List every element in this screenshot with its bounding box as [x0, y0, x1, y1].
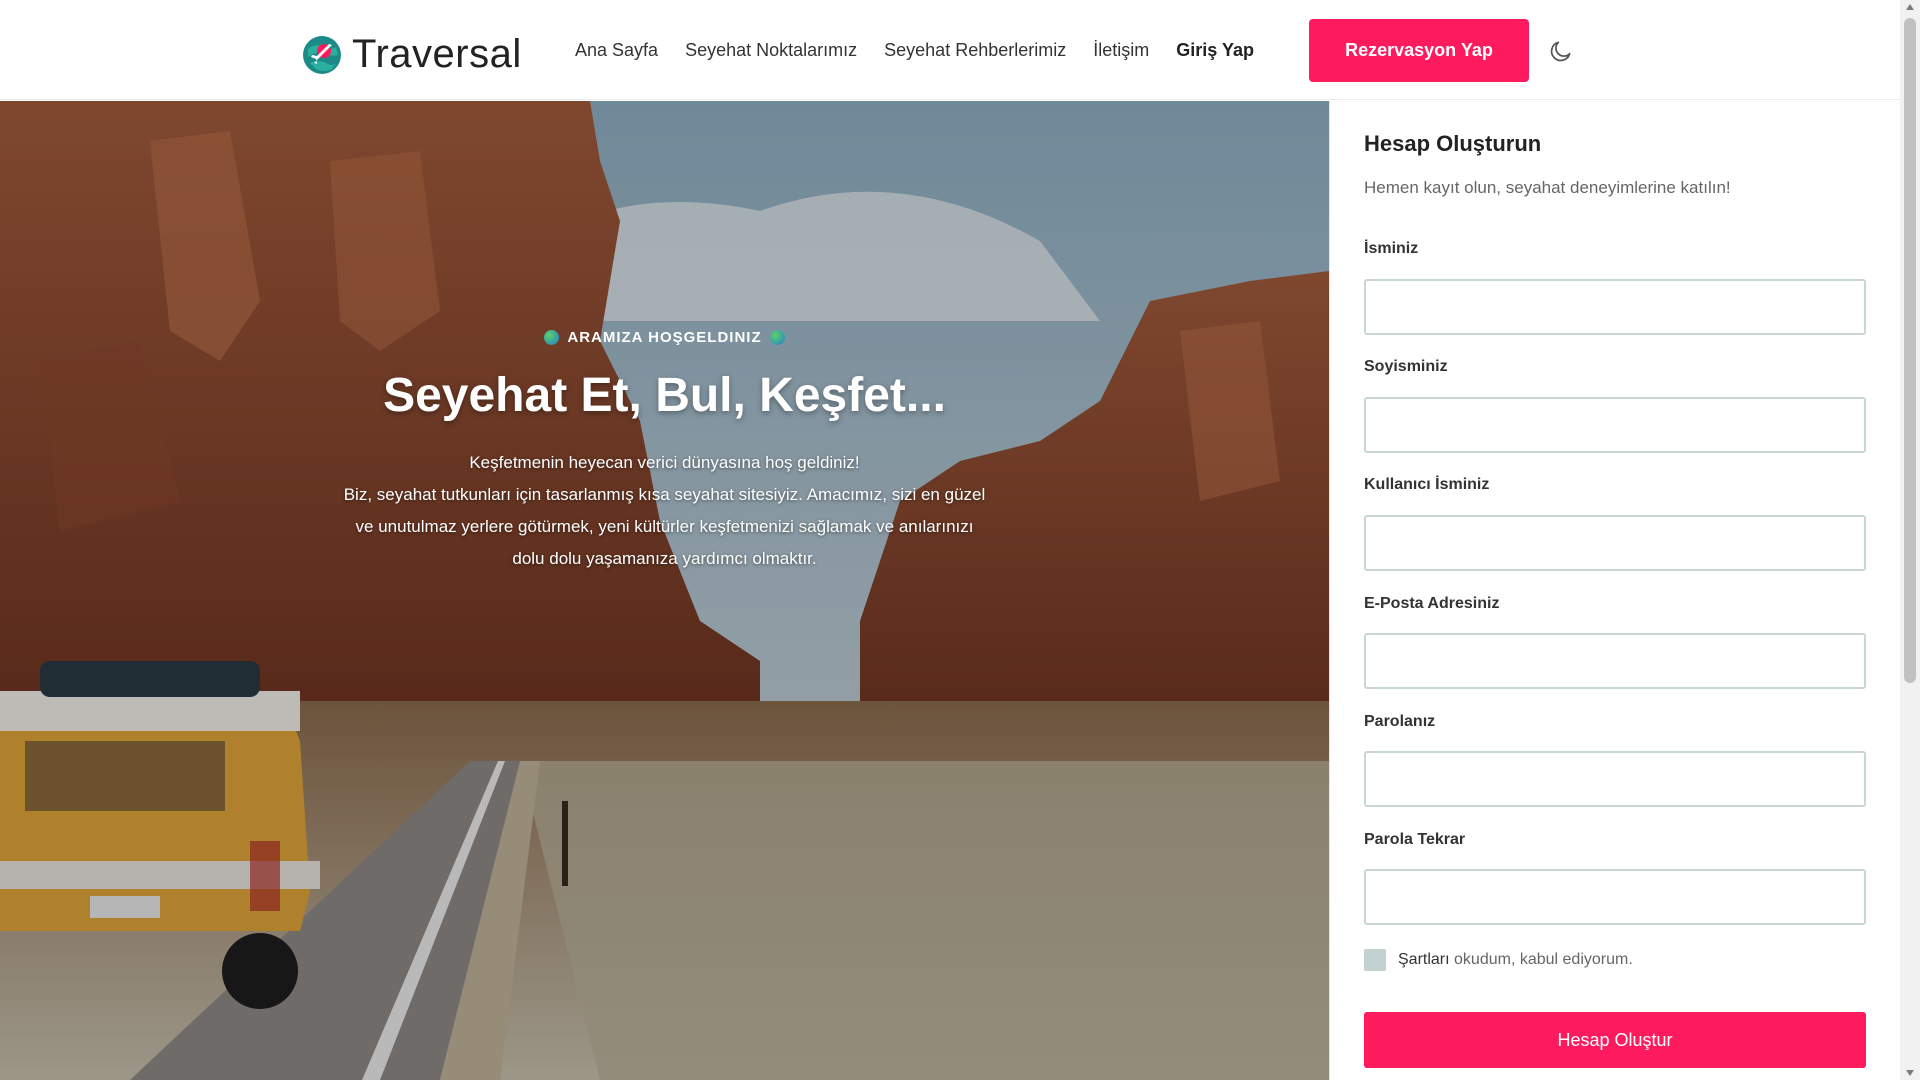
nav-item-contact[interactable]: İletişim — [1093, 40, 1149, 61]
form-subtitle: Hemen kayıt olun, seyahat deneyimlerine … — [1364, 178, 1731, 197]
terms-checkbox[interactable] — [1364, 949, 1386, 971]
first-name-field[interactable] — [1364, 279, 1866, 335]
brand-name: Traversal — [352, 32, 522, 76]
globe-icon — [544, 330, 560, 345]
password-confirm-field[interactable] — [1364, 869, 1866, 925]
last-name-label: Soyisminiz — [1364, 358, 1448, 375]
password-field[interactable] — [1364, 751, 1866, 807]
scroll-down-arrow-icon[interactable] — [1906, 1070, 1914, 1076]
hero-content: ARAMIZA HOŞGELDINIZ Seyehat Et, Bul, Keş… — [0, 329, 1329, 575]
nav-item-home[interactable]: Ana Sayfa — [575, 40, 658, 61]
hero-line: dolu dolu yaşamanıza yardımcı olmaktır. — [512, 549, 817, 568]
username-label: Kullanıcı İsminiz — [1364, 476, 1490, 493]
hero-section: ARAMIZA HOŞGELDINIZ Seyehat Et, Bul, Keş… — [0, 101, 1329, 1080]
welcome-badge: ARAMIZA HOŞGELDINIZ — [544, 329, 785, 346]
password-confirm-label: Parola Tekrar — [1364, 831, 1466, 848]
globe-icon — [769, 330, 785, 345]
nav-item-guides[interactable]: Seyehat Rehberlerimiz — [884, 40, 1066, 61]
logo-globe-icon — [303, 35, 341, 74]
form-title: Hesap Oluşturun — [1364, 131, 1542, 156]
first-name-label: İsminiz — [1364, 240, 1419, 257]
welcome-text: ARAMIZA HOŞGELDINIZ — [567, 329, 762, 346]
create-account-button[interactable]: Hesap Oluştur — [1364, 1012, 1866, 1068]
password-label: Parolanız — [1364, 713, 1436, 730]
email-label: E-Posta Adresiniz — [1364, 595, 1500, 612]
nav-item-destinations[interactable]: Seyehat Noktalarımız — [685, 40, 857, 61]
site-header: Traversal Ana Sayfa Seyehat Noktalarımız… — [0, 0, 1900, 100]
nav-item-login[interactable]: Giriş Yap — [1176, 40, 1254, 61]
username-field[interactable] — [1364, 515, 1866, 571]
page-scrollbar[interactable] — [1900, 0, 1920, 1080]
brand-logo[interactable]: Traversal — [302, 32, 522, 77]
hero-line: Keşfetmenin heyecan verici dünyasına hoş… — [469, 453, 860, 472]
signup-panel: Hesap Oluşturun Hemen kayıt olun, seyaha… — [1329, 101, 1900, 1080]
email-field[interactable] — [1364, 633, 1866, 689]
hero-overlay — [0, 101, 1329, 1080]
scroll-up-arrow-icon[interactable] — [1906, 4, 1914, 10]
terms-text: okudum, kabul ediyorum. — [1449, 951, 1633, 968]
hero-line: Biz, seyahat tutkunları için tasarlanmış… — [343, 485, 986, 504]
last-name-field[interactable] — [1364, 397, 1866, 453]
terms-row: Şartları okudum, kabul ediyorum. — [1364, 949, 1633, 971]
hero-line: ve unutulmaz yerlere götürmek, yeni kült… — [355, 517, 974, 536]
terms-link[interactable]: Şartları — [1398, 951, 1450, 969]
moon-icon[interactable] — [1548, 38, 1574, 64]
reservation-button[interactable]: Rezervasyon Yap — [1309, 19, 1529, 82]
hero-description: Keşfetmenin heyecan verici dünyasına hoş… — [0, 447, 1329, 575]
scroll-thumb[interactable] — [1904, 18, 1916, 683]
main-nav: Ana Sayfa Seyehat Noktalarımız Seyehat R… — [575, 40, 1281, 61]
hero-title: Seyehat Et, Bul, Keşfet... — [383, 369, 946, 422]
